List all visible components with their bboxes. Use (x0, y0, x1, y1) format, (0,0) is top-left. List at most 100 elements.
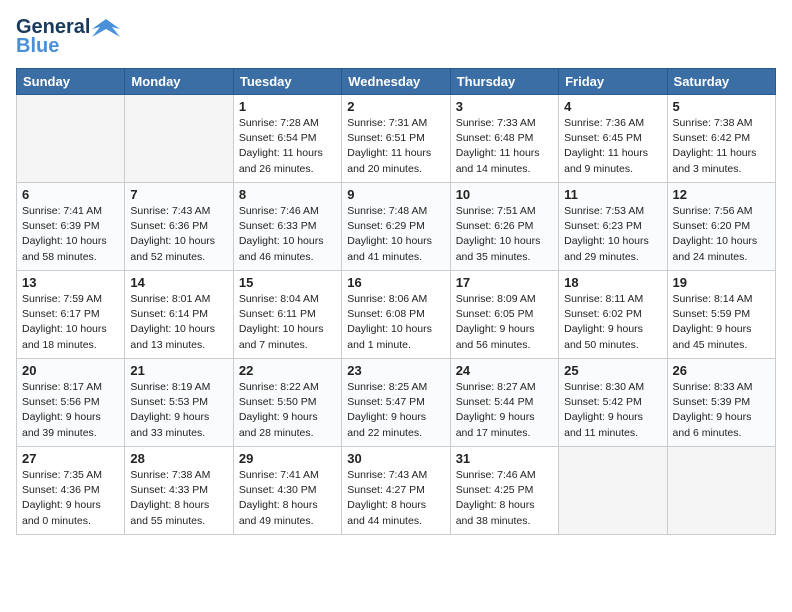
day-number: 21 (130, 363, 227, 378)
calendar-cell: 7 Sunrise: 7:43 AMSunset: 6:36 PMDaylight… (125, 183, 233, 271)
day-number: 20 (22, 363, 119, 378)
calendar-cell: 6 Sunrise: 7:41 AMSunset: 6:39 PMDaylight… (17, 183, 125, 271)
day-number: 25 (564, 363, 661, 378)
day-number: 22 (239, 363, 336, 378)
calendar-cell: 21 Sunrise: 8:19 AMSunset: 5:53 PMDayligh… (125, 359, 233, 447)
day-info: Sunrise: 8:30 AMSunset: 5:42 PMDaylight:… (564, 380, 661, 441)
day-info: Sunrise: 8:01 AMSunset: 6:14 PMDaylight:… (130, 292, 227, 353)
day-info: Sunrise: 8:09 AMSunset: 6:05 PMDaylight:… (456, 292, 553, 353)
calendar-cell: 27 Sunrise: 7:35 AMSunset: 4:36 PMDayligh… (17, 447, 125, 535)
day-info: Sunrise: 7:31 AMSunset: 6:51 PMDaylight:… (347, 116, 444, 177)
calendar-cell: 19 Sunrise: 8:14 AMSunset: 5:59 PMDayligh… (667, 271, 775, 359)
day-info: Sunrise: 7:43 AMSunset: 4:27 PMDaylight:… (347, 468, 444, 529)
day-number: 26 (673, 363, 770, 378)
day-info: Sunrise: 7:56 AMSunset: 6:20 PMDaylight:… (673, 204, 770, 265)
day-info: Sunrise: 8:19 AMSunset: 5:53 PMDaylight:… (130, 380, 227, 441)
day-info: Sunrise: 7:43 AMSunset: 6:36 PMDaylight:… (130, 204, 227, 265)
calendar-cell: 9 Sunrise: 7:48 AMSunset: 6:29 PMDaylight… (342, 183, 450, 271)
day-number: 12 (673, 187, 770, 202)
day-info: Sunrise: 8:22 AMSunset: 5:50 PMDaylight:… (239, 380, 336, 441)
day-info: Sunrise: 7:28 AMSunset: 6:54 PMDaylight:… (239, 116, 336, 177)
calendar-cell (17, 95, 125, 183)
calendar-cell: 20 Sunrise: 8:17 AMSunset: 5:56 PMDayligh… (17, 359, 125, 447)
calendar-cell: 14 Sunrise: 8:01 AMSunset: 6:14 PMDayligh… (125, 271, 233, 359)
day-info: Sunrise: 8:27 AMSunset: 5:44 PMDaylight:… (456, 380, 553, 441)
day-info: Sunrise: 7:36 AMSunset: 6:45 PMDaylight:… (564, 116, 661, 177)
calendar-cell: 2 Sunrise: 7:31 AMSunset: 6:51 PMDaylight… (342, 95, 450, 183)
calendar-cell (667, 447, 775, 535)
calendar-cell (125, 95, 233, 183)
calendar-cell: 30 Sunrise: 7:43 AMSunset: 4:27 PMDayligh… (342, 447, 450, 535)
day-info: Sunrise: 8:04 AMSunset: 6:11 PMDaylight:… (239, 292, 336, 353)
day-number: 27 (22, 451, 119, 466)
day-info: Sunrise: 7:51 AMSunset: 6:26 PMDaylight:… (456, 204, 553, 265)
day-info: Sunrise: 7:46 AMSunset: 4:25 PMDaylight:… (456, 468, 553, 529)
day-info: Sunrise: 7:38 AMSunset: 4:33 PMDaylight:… (130, 468, 227, 529)
day-number: 4 (564, 99, 661, 114)
day-number: 6 (22, 187, 119, 202)
calendar-cell: 17 Sunrise: 8:09 AMSunset: 6:05 PMDayligh… (450, 271, 558, 359)
calendar-cell: 25 Sunrise: 8:30 AMSunset: 5:42 PMDayligh… (559, 359, 667, 447)
day-number: 7 (130, 187, 227, 202)
day-number: 24 (456, 363, 553, 378)
calendar-cell: 12 Sunrise: 7:56 AMSunset: 6:20 PMDayligh… (667, 183, 775, 271)
weekday-header-tuesday: Tuesday (233, 69, 341, 95)
day-number: 17 (456, 275, 553, 290)
calendar-cell: 16Sunrise: 8:06 AMSunset: 6:08 PMDayligh… (342, 271, 450, 359)
day-number: 31 (456, 451, 553, 466)
day-number: 9 (347, 187, 444, 202)
weekday-header-thursday: Thursday (450, 69, 558, 95)
day-info: Sunrise: 7:41 AMSunset: 6:39 PMDaylight:… (22, 204, 119, 265)
calendar-cell: 1 Sunrise: 7:28 AMSunset: 6:54 PMDaylight… (233, 95, 341, 183)
calendar-cell: 22 Sunrise: 8:22 AMSunset: 5:50 PMDayligh… (233, 359, 341, 447)
calendar-cell: 26 Sunrise: 8:33 AMSunset: 5:39 PMDayligh… (667, 359, 775, 447)
calendar-cell: 10 Sunrise: 7:51 AMSunset: 6:26 PMDayligh… (450, 183, 558, 271)
day-info: Sunrise: 8:25 AMSunset: 5:47 PMDaylight:… (347, 380, 444, 441)
day-info: Sunrise: 7:59 AMSunset: 6:17 PMDaylight:… (22, 292, 119, 353)
day-info: Sunrise: 7:48 AMSunset: 6:29 PMDaylight:… (347, 204, 444, 265)
day-info: Sunrise: 8:14 AMSunset: 5:59 PMDaylight:… (673, 292, 770, 353)
calendar-cell: 24 Sunrise: 8:27 AMSunset: 5:44 PMDayligh… (450, 359, 558, 447)
calendar-cell: 13 Sunrise: 7:59 AMSunset: 6:17 PMDayligh… (17, 271, 125, 359)
day-info: Sunrise: 8:11 AMSunset: 6:02 PMDaylight:… (564, 292, 661, 353)
calendar-cell: 5Sunrise: 7:38 AMSunset: 6:42 PMDaylight… (667, 95, 775, 183)
calendar-cell (559, 447, 667, 535)
day-number: 15 (239, 275, 336, 290)
day-number: 18 (564, 275, 661, 290)
day-number: 13 (22, 275, 119, 290)
day-number: 10 (456, 187, 553, 202)
day-number: 23 (347, 363, 444, 378)
calendar-cell: 31 Sunrise: 7:46 AMSunset: 4:25 PMDayligh… (450, 447, 558, 535)
day-number: 30 (347, 451, 444, 466)
day-info: Sunrise: 7:41 AMSunset: 4:30 PMDaylight:… (239, 468, 336, 529)
logo-bird-icon (92, 17, 120, 39)
weekday-header-saturday: Saturday (667, 69, 775, 95)
day-info: Sunrise: 7:46 AMSunset: 6:33 PMDaylight:… (239, 204, 336, 265)
day-info: Sunrise: 7:33 AMSunset: 6:48 PMDaylight:… (456, 116, 553, 177)
calendar-cell: 3 Sunrise: 7:33 AMSunset: 6:48 PMDaylight… (450, 95, 558, 183)
calendar-cell: 23 Sunrise: 8:25 AMSunset: 5:47 PMDayligh… (342, 359, 450, 447)
day-number: 11 (564, 187, 661, 202)
day-info: Sunrise: 7:53 AMSunset: 6:23 PMDaylight:… (564, 204, 661, 265)
day-number: 2 (347, 99, 444, 114)
day-number: 14 (130, 275, 227, 290)
calendar-table: SundayMondayTuesdayWednesdayThursdayFrid… (16, 68, 776, 535)
day-info: Sunrise: 7:38 AMSunset: 6:42 PMDaylight:… (673, 116, 770, 177)
calendar-cell: 29 Sunrise: 7:41 AMSunset: 4:30 PMDayligh… (233, 447, 341, 535)
calendar-cell: 15 Sunrise: 8:04 AMSunset: 6:11 PMDayligh… (233, 271, 341, 359)
day-number: 3 (456, 99, 553, 114)
day-info: Sunrise: 8:17 AMSunset: 5:56 PMDaylight:… (22, 380, 119, 441)
calendar-cell: 4 Sunrise: 7:36 AMSunset: 6:45 PMDaylight… (559, 95, 667, 183)
calendar-cell: 8Sunrise: 7:46 AMSunset: 6:33 PMDaylight… (233, 183, 341, 271)
logo: General Blue (16, 16, 120, 58)
weekday-header-friday: Friday (559, 69, 667, 95)
weekday-header-monday: Monday (125, 69, 233, 95)
day-number: 16 (347, 275, 444, 290)
calendar-cell: 18 Sunrise: 8:11 AMSunset: 6:02 PMDayligh… (559, 271, 667, 359)
day-info: Sunrise: 7:35 AMSunset: 4:36 PMDaylight:… (22, 468, 119, 529)
page-header: General Blue (16, 16, 776, 58)
day-number: 19 (673, 275, 770, 290)
day-number: 1 (239, 99, 336, 114)
day-number: 29 (239, 451, 336, 466)
day-info: Sunrise: 8:33 AMSunset: 5:39 PMDaylight:… (673, 380, 770, 441)
